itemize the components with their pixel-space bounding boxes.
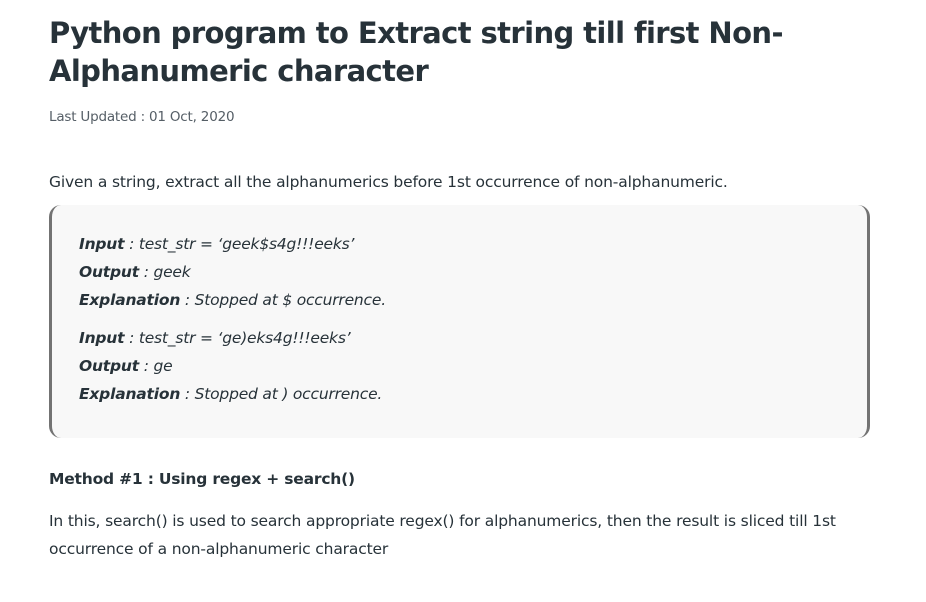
example-2: Input : test_str = ‘ge)eks4g!!!eeks’ Out… xyxy=(79,324,382,408)
output-key: Output xyxy=(79,263,139,281)
example-output-line: Output : ge xyxy=(79,352,382,380)
intro-paragraph: Given a string, extract all the alphanum… xyxy=(49,173,728,191)
method-heading: Method #1 : Using regex + search() xyxy=(49,470,355,488)
input-key: Input xyxy=(79,329,125,347)
last-updated-label: Last Updated : xyxy=(49,109,150,125)
explanation-key: Explanation xyxy=(79,385,181,403)
input-key: Input xyxy=(79,235,125,253)
output-value: : geek xyxy=(138,263,191,281)
last-updated-date: 01 Oct, 2020 xyxy=(149,109,235,125)
method-description: In this, search() is used to search appr… xyxy=(49,512,836,558)
input-value: : test_str = ‘ge)eks4g!!!eeks’ xyxy=(124,329,351,347)
last-updated: Last Updated : 01 Oct, 2020 xyxy=(49,107,235,127)
example-box: Input : test_str = ‘geek$s4g!!!eeks’ Out… xyxy=(49,205,870,438)
article-title: Python program to Extract string till fi… xyxy=(49,16,783,88)
explanation-value: : Stopped at $ occurrence. xyxy=(180,291,386,309)
example-explanation-line: Explanation : Stopped at ) occurrence. xyxy=(79,380,382,408)
example-input-line: Input : test_str = ‘ge)eks4g!!!eeks’ xyxy=(79,324,382,352)
output-key: Output xyxy=(79,357,139,375)
explanation-key: Explanation xyxy=(79,291,181,309)
example-output-line: Output : geek xyxy=(79,258,386,286)
example-1: Input : test_str = ‘geek$s4g!!!eeks’ Out… xyxy=(79,230,386,314)
output-value: : ge xyxy=(138,357,173,375)
explanation-value: : Stopped at ) occurrence. xyxy=(180,385,383,403)
example-input-line: Input : test_str = ‘geek$s4g!!!eeks’ xyxy=(79,230,386,258)
example-explanation-line: Explanation : Stopped at $ occurrence. xyxy=(79,286,386,314)
input-value: : test_str = ‘geek$s4g!!!eeks’ xyxy=(124,235,355,253)
